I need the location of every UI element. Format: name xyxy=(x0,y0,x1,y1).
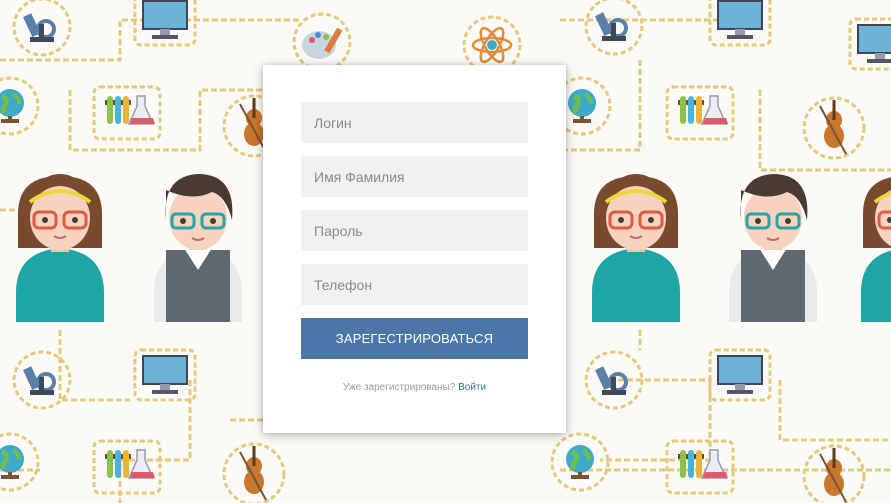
full-name-input[interactable] xyxy=(301,156,528,197)
computer-icon xyxy=(708,348,772,402)
boy-avatar xyxy=(727,172,819,324)
microscope-icon xyxy=(584,350,644,410)
register-button[interactable]: ЗАРЕГЕСТРИРОВАТЬСЯ xyxy=(301,318,528,359)
test-tubes-icon xyxy=(665,85,735,141)
computer-icon xyxy=(848,17,891,71)
test-tubes-icon xyxy=(92,439,162,495)
violin-icon xyxy=(222,442,286,503)
already-registered-text: Уже зарегистрированы? xyxy=(342,382,456,393)
girl-avatar xyxy=(590,172,682,324)
test-tubes-icon xyxy=(92,85,162,141)
palette-icon xyxy=(292,12,352,72)
test-tubes-icon xyxy=(665,439,735,495)
computer-icon xyxy=(708,0,772,47)
login-prompt: Уже зарегистрированы? Войти xyxy=(263,382,566,393)
microscope-icon xyxy=(584,0,644,56)
girl-avatar xyxy=(14,172,106,324)
registration-card: ЗАРЕГЕСТРИРОВАТЬСЯ Уже зарегистрированы?… xyxy=(263,65,566,433)
computer-icon xyxy=(133,348,197,402)
microscope-icon xyxy=(12,0,72,57)
boy-avatar xyxy=(152,172,244,324)
password-input[interactable] xyxy=(301,210,528,251)
microscope-icon xyxy=(12,350,72,410)
globe-icon xyxy=(552,434,608,490)
globe-icon xyxy=(0,78,38,134)
globe-icon xyxy=(0,434,38,490)
login-link[interactable]: Войти xyxy=(458,382,486,393)
login-input[interactable] xyxy=(301,102,528,143)
computer-icon xyxy=(133,0,197,47)
violin-icon xyxy=(802,444,866,503)
phone-input[interactable] xyxy=(301,264,528,305)
girl-avatar xyxy=(859,172,891,324)
violin-icon xyxy=(802,96,866,160)
